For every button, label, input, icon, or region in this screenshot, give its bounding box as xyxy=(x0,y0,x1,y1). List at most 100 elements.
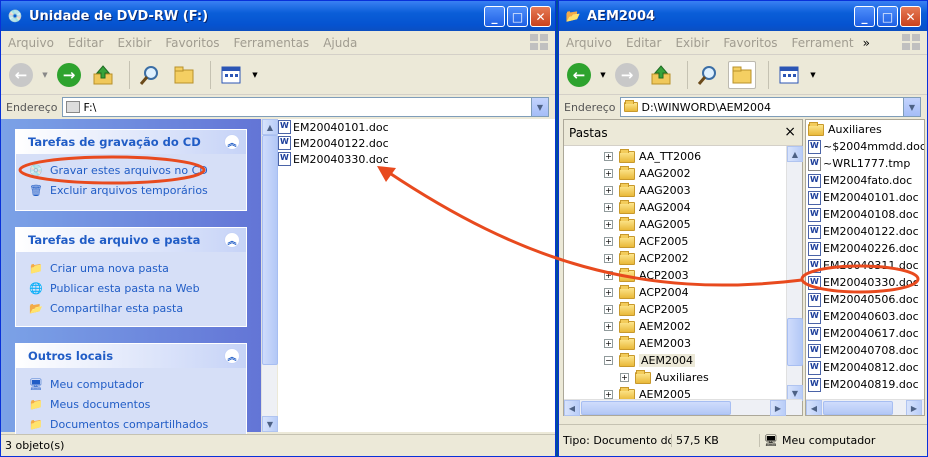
up-folder-button[interactable] xyxy=(647,61,675,89)
scroll-right-button[interactable]: ▶ xyxy=(906,400,922,415)
expand-toggle-icon[interactable]: − xyxy=(604,356,613,365)
task-pane-scrollbar[interactable]: ▲ ▼ xyxy=(261,119,278,432)
scroll-up-button[interactable]: ▲ xyxy=(787,146,803,162)
menu-favoritos[interactable]: Favoritos xyxy=(716,36,784,50)
expand-toggle-icon[interactable]: + xyxy=(604,186,613,195)
file-item[interactable]: EM20040617.doc xyxy=(808,325,924,342)
expand-toggle-icon[interactable]: + xyxy=(604,322,613,331)
expand-toggle-icon[interactable]: + xyxy=(604,237,613,246)
tree-node[interactable]: + ACP2005 xyxy=(604,301,786,318)
folders-button[interactable] xyxy=(170,61,198,89)
close-button[interactable]: ✕ xyxy=(900,6,921,27)
views-dropdown-icon[interactable]: ▼ xyxy=(809,61,817,89)
file-item[interactable]: EM20040330.doc xyxy=(278,151,555,167)
expand-toggle-icon[interactable]: + xyxy=(604,254,613,263)
menu-arquivo[interactable]: Arquivo xyxy=(559,36,619,50)
panel-header[interactable]: Tarefas de gravação do CD ︽ xyxy=(16,130,246,154)
expand-toggle-icon[interactable]: + xyxy=(604,220,613,229)
address-dropdown-button[interactable]: ▼ xyxy=(903,98,920,116)
my-documents-link[interactable]: 📁 Meus documentos xyxy=(16,394,246,414)
back-button[interactable]: ← xyxy=(565,61,593,89)
minimize-button[interactable]: _ xyxy=(854,6,875,27)
up-folder-button[interactable] xyxy=(89,61,117,89)
search-button[interactable] xyxy=(136,61,164,89)
dropdown-arrow-icon[interactable]: ▼ xyxy=(599,61,607,89)
file-item[interactable]: EM20040101.doc xyxy=(278,119,555,135)
expand-toggle-icon[interactable]: + xyxy=(604,203,613,212)
title-bar[interactable]: 📂 AEM2004 _ □ ✕ xyxy=(559,1,927,31)
maximize-button[interactable]: □ xyxy=(507,6,528,27)
views-button[interactable] xyxy=(217,61,245,89)
back-button[interactable]: ← xyxy=(7,61,35,89)
file-item[interactable]: EM20040101.doc xyxy=(808,189,924,206)
delete-temp-files-link[interactable]: 🗑 Excluir arquivos temporários xyxy=(16,180,246,200)
shared-documents-link[interactable]: 📁 Documentos compartilhados xyxy=(16,414,246,434)
tree-node[interactable]: + AEM2003 xyxy=(604,335,786,352)
scroll-right-button[interactable]: ▶ xyxy=(770,400,786,416)
tree-horizontal-scrollbar[interactable]: ◀ ▶ xyxy=(564,399,802,416)
tree-node[interactable]: + AEM2002 xyxy=(604,318,786,335)
menu-ferramentas[interactable]: Ferrament xyxy=(785,36,861,50)
minimize-button[interactable]: _ xyxy=(484,6,505,27)
menu-arquivo[interactable]: Arquivo xyxy=(1,36,61,50)
file-item[interactable]: EM20040122.doc xyxy=(808,223,924,240)
tree-vertical-scrollbar[interactable]: ▲ ▼ xyxy=(786,146,803,401)
forward-button[interactable]: → xyxy=(55,61,83,89)
forward-button[interactable]: → xyxy=(613,61,641,89)
scroll-thumb[interactable] xyxy=(787,318,803,366)
file-item[interactable]: EM20040108.doc xyxy=(808,206,924,223)
file-item[interactable]: EM20040311.doc xyxy=(808,257,924,274)
maximize-button[interactable]: □ xyxy=(877,6,898,27)
expand-toggle-icon[interactable]: + xyxy=(604,288,613,297)
files-horizontal-scrollbar[interactable]: ◀ ▶ xyxy=(806,399,924,415)
views-dropdown-icon[interactable]: ▼ xyxy=(251,61,259,89)
tree-node[interactable]: + AAG2003 xyxy=(604,182,786,199)
expand-toggle-icon[interactable]: + xyxy=(604,339,613,348)
file-item[interactable]: EM20040226.doc xyxy=(808,240,924,257)
address-dropdown-button[interactable]: ▼ xyxy=(531,98,548,116)
collapse-chevron-icon[interactable]: ︽ xyxy=(224,232,240,248)
dropdown-arrow-icon[interactable]: ▼ xyxy=(41,61,49,89)
file-item[interactable]: EM20040708.doc xyxy=(808,342,924,359)
file-item[interactable]: EM20040603.doc xyxy=(808,308,924,325)
expand-toggle-icon[interactable]: + xyxy=(604,152,613,161)
menu-overflow-chevron[interactable]: » xyxy=(861,36,872,50)
tree-node[interactable]: + AA_TT2006 xyxy=(604,148,786,165)
scroll-thumb[interactable] xyxy=(581,401,731,415)
folders-button[interactable] xyxy=(728,60,756,89)
share-folder-link[interactable]: 📂 Compartilhar esta pasta xyxy=(16,298,246,318)
menu-editar[interactable]: Editar xyxy=(619,36,669,50)
tree-node[interactable]: + AAG2002 xyxy=(604,165,786,182)
panel-header[interactable]: Tarefas de arquivo e pasta ︽ xyxy=(16,228,246,252)
tree-node[interactable]: + AAG2004 xyxy=(604,199,786,216)
file-item[interactable]: EM20040506.doc xyxy=(808,291,924,308)
my-computer-link[interactable]: 🖥 Meu computador xyxy=(16,374,246,394)
close-pane-icon[interactable]: × xyxy=(784,124,796,140)
tree-node[interactable]: + ACF2005 xyxy=(604,233,786,250)
address-input[interactable]: D:\WINWORD\AEM2004 ▼ xyxy=(619,97,921,117)
new-folder-link[interactable]: 📁 Criar uma nova pasta xyxy=(16,258,246,278)
tree-node[interactable]: − AEM2004 xyxy=(604,352,786,369)
menu-exibir[interactable]: Exibir xyxy=(668,36,716,50)
file-item[interactable]: EM20040122.doc xyxy=(278,135,555,151)
scroll-thumb[interactable] xyxy=(823,401,893,415)
collapse-chevron-icon[interactable]: ︽ xyxy=(224,348,240,364)
expand-toggle-icon[interactable]: + xyxy=(604,169,613,178)
menu-ferramentas[interactable]: Ferramentas xyxy=(227,36,317,50)
views-button[interactable] xyxy=(775,61,803,89)
menu-exibir[interactable]: Exibir xyxy=(110,36,158,50)
title-bar[interactable]: 💿 Unidade de DVD-RW (F:) _ □ ✕ xyxy=(1,1,555,31)
tree-node[interactable]: + ACP2002 xyxy=(604,250,786,267)
close-button[interactable]: ✕ xyxy=(530,6,551,27)
expand-toggle-icon[interactable]: + xyxy=(620,373,629,382)
file-item[interactable]: Auxiliares xyxy=(808,121,924,138)
tree-node[interactable]: + ACP2004 xyxy=(604,284,786,301)
tree-node[interactable]: + ACP2003 xyxy=(604,267,786,284)
file-item[interactable]: EM2004fato.doc xyxy=(808,172,924,189)
expand-toggle-icon[interactable]: + xyxy=(604,390,613,399)
scroll-down-button[interactable]: ▼ xyxy=(262,416,278,432)
menu-ajuda[interactable]: Ajuda xyxy=(316,36,364,50)
scroll-left-button[interactable]: ◀ xyxy=(806,400,822,415)
menu-editar[interactable]: Editar xyxy=(61,36,111,50)
panel-header[interactable]: Outros locais ︽ xyxy=(16,344,246,368)
